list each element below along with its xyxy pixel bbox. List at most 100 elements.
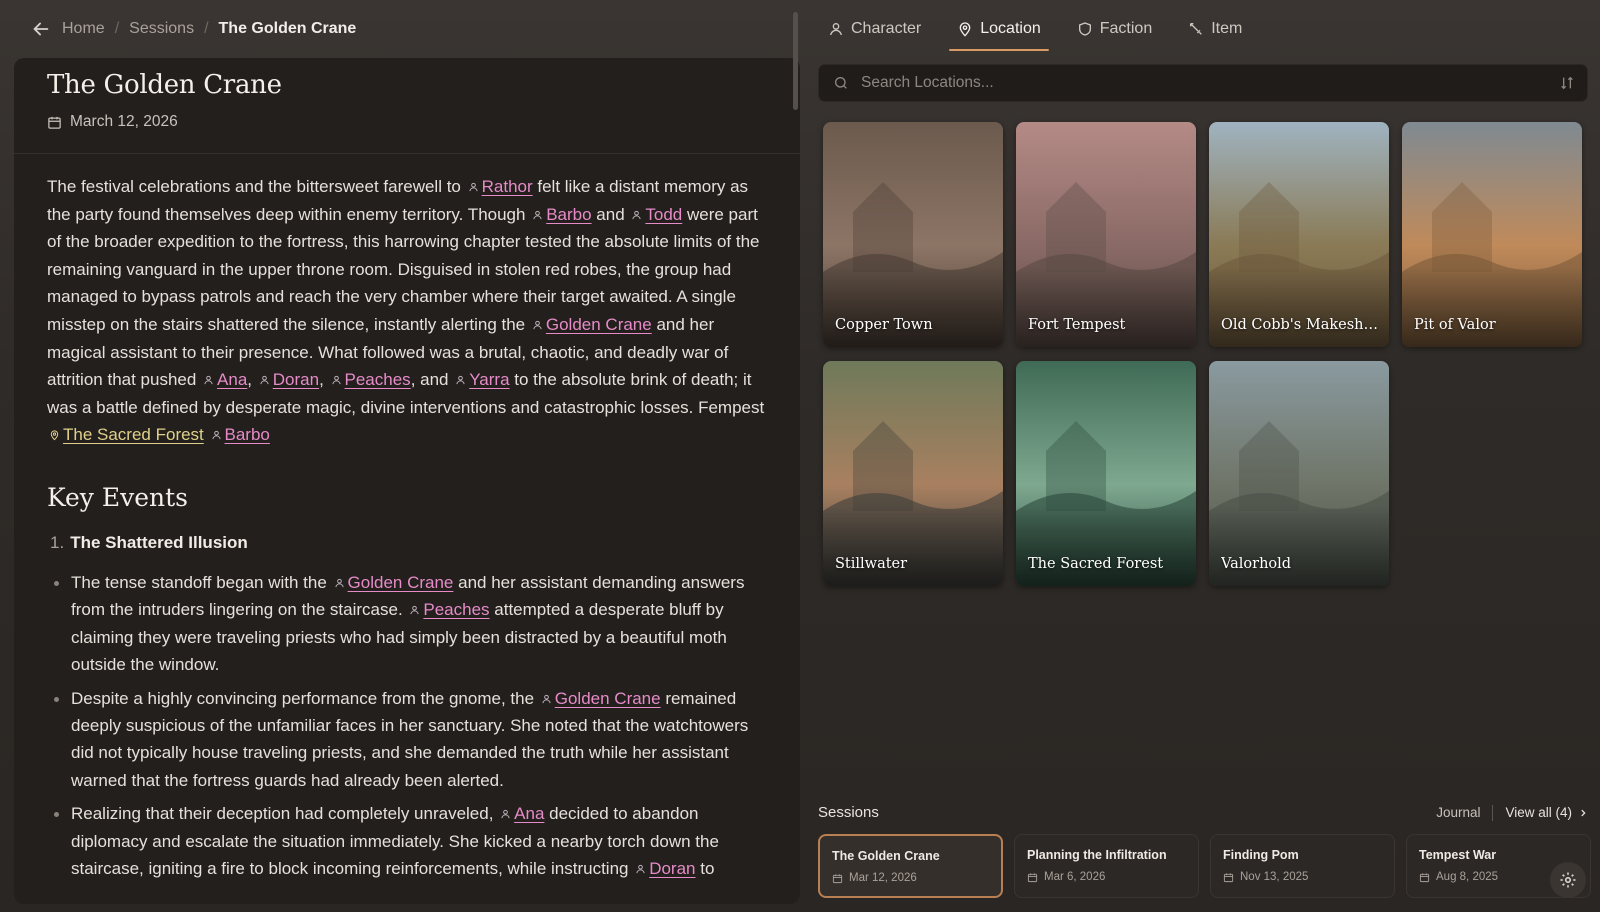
journal-link[interactable]: Journal	[1436, 805, 1480, 820]
location-name: Pit of Valor	[1414, 317, 1496, 333]
calendar-icon	[1223, 872, 1234, 882]
sessions-row: The Golden Crane Mar 12, 2026 Planning the…	[818, 834, 1598, 898]
calendar-icon	[1027, 872, 1038, 882]
session-date-text: Nov 13, 2025	[1240, 871, 1309, 883]
scrollbar-thumb[interactable]	[793, 12, 798, 110]
user-icon	[456, 375, 465, 385]
map-pin-icon	[959, 22, 971, 37]
character-mention[interactable]: Barbo	[209, 425, 270, 444]
user-icon	[211, 431, 221, 440]
document-panel: The Golden Crane March 12, 2026 The fest…	[14, 58, 800, 904]
user-icon	[334, 578, 344, 588]
bullet-item: The tense standoff began with the Golden…	[50, 569, 750, 679]
sword-icon	[1190, 23, 1203, 35]
location-card[interactable]: Valorhold	[1209, 361, 1389, 586]
location-name: Old Cobb's Makeshi...	[1221, 317, 1379, 333]
session-card[interactable]: The Golden Crane Mar 12, 2026	[818, 834, 1003, 898]
tab-faction[interactable]: Faction	[1069, 8, 1160, 50]
character-mention[interactable]: Peaches	[407, 600, 490, 619]
calendar-icon	[1419, 872, 1430, 882]
character-mention[interactable]: Golden Crane	[530, 315, 652, 334]
session-name: Tempest War	[1419, 848, 1497, 862]
character-mention[interactable]: Todd	[629, 205, 682, 224]
character-mention[interactable]: Doran	[633, 859, 696, 879]
card-shade	[1209, 506, 1389, 586]
user-icon	[468, 182, 478, 192]
breadcrumb-home[interactable]: Home	[62, 20, 105, 38]
session-date-text: Aug 8, 2025	[1436, 871, 1499, 883]
character-mention[interactable]: Barbo	[530, 204, 592, 224]
user-icon	[533, 320, 542, 330]
tab-character[interactable]: Character	[820, 8, 929, 50]
entity-tabs: Character Location Faction Item	[820, 8, 1250, 51]
location-card[interactable]: Copper Town	[823, 122, 1003, 347]
sessions-header: Sessions Journal View all (4)	[818, 804, 1588, 821]
tab-label: Location	[980, 20, 1041, 37]
character-mention[interactable]: Doran	[257, 370, 319, 389]
document-paragraph: The festival celebrations and the bitter…	[47, 173, 767, 449]
location-card[interactable]: Fort Tempest	[1016, 122, 1196, 347]
text-run: Realizing that their deception had compl…	[71, 804, 499, 824]
text-run: and	[591, 204, 630, 224]
back-arrow-icon[interactable]	[30, 18, 52, 40]
sort-icon[interactable]	[1559, 75, 1575, 91]
bullet-item: Realizing that their deception had compl…	[50, 800, 750, 882]
breadcrumb-separator: /	[114, 20, 120, 37]
session-card[interactable]: Planning the Infiltration Mar 6, 2026	[1014, 834, 1199, 898]
session-date: Nov 13, 2025	[1223, 871, 1382, 883]
text-run	[204, 425, 209, 444]
session-date-text: Mar 12, 2026	[849, 872, 917, 884]
search-icon	[835, 77, 847, 89]
breadcrumb-bar: Home / Sessions / The Golden Crane	[0, 0, 795, 58]
character-mention[interactable]: Yarra	[453, 370, 510, 390]
view-all-label: View all (4)	[1505, 805, 1572, 820]
breadcrumb-current: The Golden Crane	[218, 20, 357, 37]
text-run: to	[695, 859, 715, 879]
list-item-title: The Shattered Illusion	[70, 533, 248, 552]
chevron-right-icon	[1581, 809, 1586, 816]
location-card[interactable]: Old Cobb's Makeshi...	[1209, 122, 1389, 347]
view-all-link[interactable]: View all (4)	[1505, 805, 1588, 820]
mention-label: Yarra	[469, 370, 510, 390]
map-pin-icon	[50, 430, 59, 441]
session-date-text: Mar 6, 2026	[1044, 871, 1106, 883]
character-mention[interactable]: Ana	[498, 804, 544, 823]
location-mention[interactable]: The Sacred Forest	[47, 425, 204, 444]
location-card[interactable]: Stillwater	[823, 361, 1003, 586]
mention-label: Golden Crane	[554, 688, 661, 708]
session-name: Planning the Infiltration	[1027, 848, 1167, 862]
user-icon	[533, 210, 542, 219]
session-name: The Golden Crane	[832, 849, 940, 863]
breadcrumb-separator: /	[204, 20, 209, 37]
character-mention[interactable]: Golden Crane	[539, 689, 661, 708]
location-card[interactable]: The Sacred Forest	[1016, 361, 1196, 586]
character-mention[interactable]: Golden Crane	[332, 573, 453, 592]
card-shade	[823, 267, 1003, 347]
document-date-text: March 12, 2026	[70, 113, 178, 130]
mention-label: Ana	[217, 370, 248, 390]
user-icon	[260, 375, 269, 385]
breadcrumb-sessions[interactable]: Sessions	[129, 20, 194, 38]
shield-icon	[1078, 22, 1091, 36]
character-mention[interactable]: Rathor	[466, 177, 533, 196]
mention-label: Doran	[649, 859, 696, 879]
tab-item[interactable]: Item	[1180, 8, 1250, 50]
location-card[interactable]: Pit of Valor	[1402, 122, 1582, 347]
mention-label: Rathor	[481, 177, 533, 196]
mention-label: Barbo	[546, 204, 592, 224]
text-run: ,	[247, 370, 257, 390]
location-search[interactable]: Search Locations...	[818, 64, 1588, 102]
mention-label: The Sacred Forest	[63, 425, 204, 445]
card-shade	[1016, 267, 1196, 347]
text-run: , and	[410, 370, 454, 390]
character-mention[interactable]: Peaches	[329, 370, 411, 389]
character-mention[interactable]: Ana	[201, 370, 247, 389]
tab-location[interactable]: Location	[949, 8, 1049, 51]
settings-button[interactable]	[1550, 862, 1586, 898]
user-icon	[636, 864, 645, 874]
calendar-icon	[832, 873, 843, 883]
session-card[interactable]: Finding Pom Nov 13, 2025	[1210, 834, 1395, 898]
location-name: Valorhold	[1221, 556, 1292, 572]
text-run: Despite a highly convincing performance …	[71, 688, 539, 708]
sessions-title: Sessions	[818, 804, 879, 821]
